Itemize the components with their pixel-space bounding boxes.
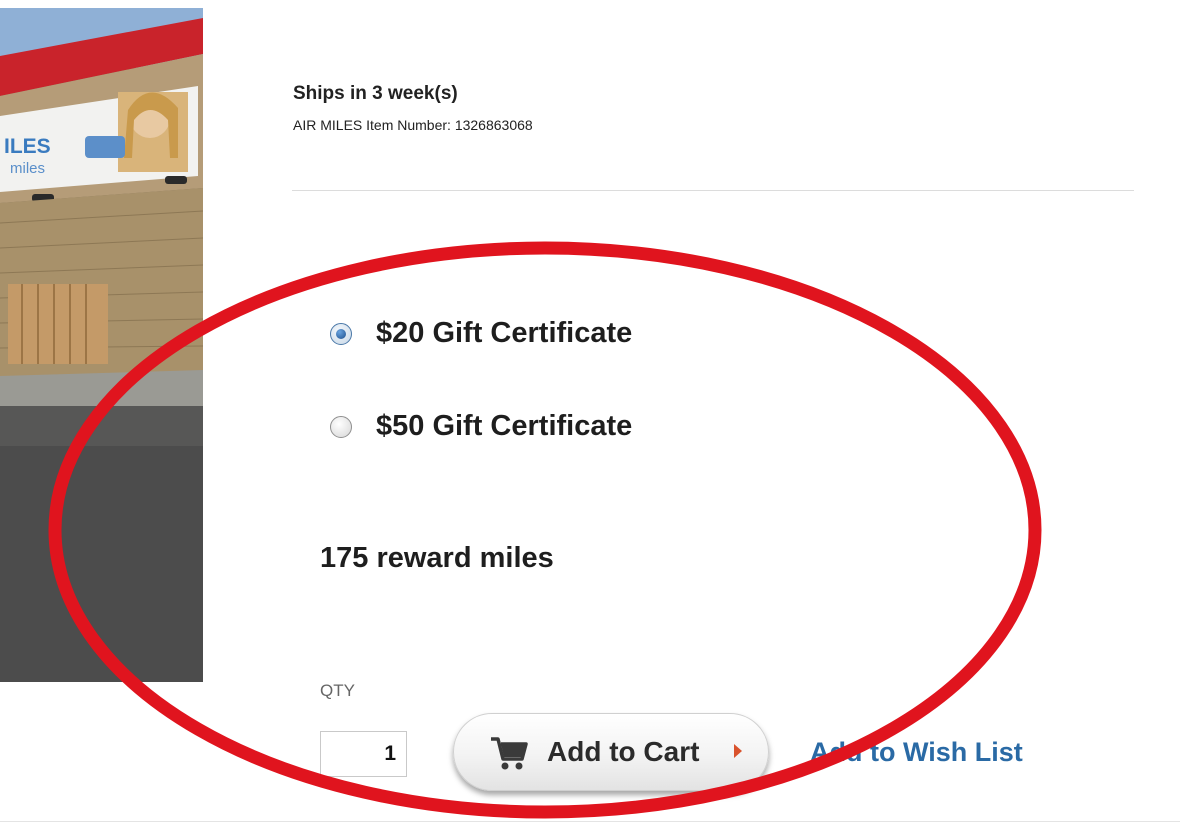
sign-text-1: ILES	[4, 135, 51, 158]
cart-icon	[491, 737, 528, 770]
radio-icon-selected[interactable]	[330, 322, 352, 345]
add-to-cart-button[interactable]: Add to Cart	[453, 713, 769, 791]
shipping-info: Ships in 3 week(s)	[293, 83, 458, 104]
quantity-input[interactable]	[320, 731, 407, 777]
option-label: $50 Gift Certificate	[376, 410, 633, 442]
sign-text-2: miles	[10, 160, 45, 177]
bottom-divider	[0, 821, 1180, 822]
option-20-gift-certificate[interactable]: $20 Gift Certificate	[330, 317, 632, 350]
chevron-right-icon	[734, 744, 742, 758]
divider	[292, 190, 1134, 191]
option-50-gift-certificate[interactable]: $50 Gift Certificate	[330, 410, 632, 443]
radio-icon[interactable]	[330, 415, 352, 438]
reward-miles-price: 175 reward miles	[320, 542, 554, 574]
item-number: AIR MILES Item Number: 1326863068	[293, 117, 533, 133]
add-to-wish-list-link[interactable]: Add to Wish List	[810, 737, 1023, 768]
storefront-photo: ILES miles	[0, 8, 203, 682]
add-to-cart-label: Add to Cart	[547, 736, 700, 767]
option-label: $20 Gift Certificate	[376, 317, 633, 349]
qty-label: QTY	[320, 681, 355, 700]
product-image: ILES miles	[0, 8, 203, 682]
